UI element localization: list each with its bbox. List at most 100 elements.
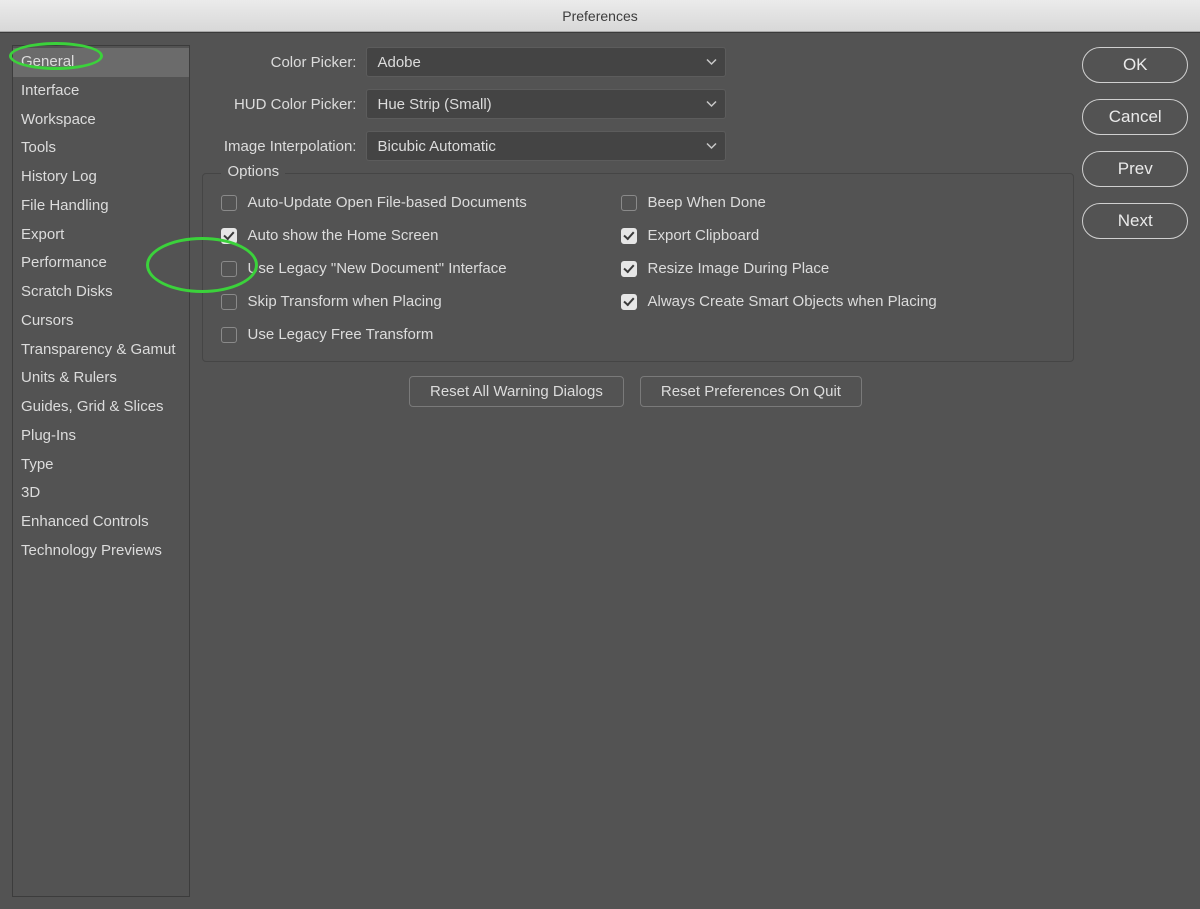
checkbox-legacy-free-transform[interactable]: Use Legacy Free Transform — [221, 326, 621, 343]
sidebar-item-transparency-gamut[interactable]: Transparency & Gamut — [13, 336, 189, 365]
sidebar-item-label: Technology Previews — [21, 542, 162, 559]
sidebar-item-file-handling[interactable]: File Handling — [13, 192, 189, 221]
chevron-down-icon — [706, 143, 717, 150]
checkbox-icon — [221, 327, 237, 343]
titlebar: Preferences — [0, 0, 1200, 32]
sidebar-item-interface[interactable]: Interface — [13, 77, 189, 106]
checkbox-icon — [221, 261, 237, 277]
button-label: Cancel — [1109, 107, 1162, 127]
checkbox-skip-transform-placing[interactable]: Skip Transform when Placing — [221, 293, 621, 310]
sidebar-item-type[interactable]: Type — [13, 451, 189, 480]
right-button-column: OK Cancel Prev Next — [1082, 33, 1200, 909]
row-hud-color-picker: HUD Color Picker: Hue Strip (Small) — [196, 89, 1074, 119]
sidebar-item-workspace[interactable]: Workspace — [13, 106, 189, 135]
sidebar-item-label: General — [21, 53, 74, 70]
sidebar-item-scratch-disks[interactable]: Scratch Disks — [13, 278, 189, 307]
button-label: OK — [1123, 55, 1148, 75]
options-legend: Options — [221, 163, 285, 180]
select-color-picker[interactable]: Adobe — [366, 47, 726, 77]
window-title: Preferences — [562, 8, 637, 24]
checkbox-resize-image-during-place[interactable]: Resize Image During Place — [621, 260, 1055, 277]
sidebar-item-label: Scratch Disks — [21, 283, 113, 300]
checkbox-label: Use Legacy Free Transform — [247, 326, 433, 343]
preferences-window: Preferences General Interface Workspace … — [0, 0, 1200, 909]
options-fieldset: Options Auto-Update Open File-based Docu… — [202, 173, 1074, 362]
row-image-interpolation: Image Interpolation: Bicubic Automatic — [196, 131, 1074, 161]
window-body: General Interface Workspace Tools Histor… — [0, 32, 1200, 909]
sidebar-item-3d[interactable]: 3D — [13, 479, 189, 508]
ok-button[interactable]: OK — [1082, 47, 1188, 83]
sidebar-item-units-rulers[interactable]: Units & Rulers — [13, 364, 189, 393]
checkbox-icon — [621, 261, 637, 277]
reset-warning-dialogs-button[interactable]: Reset All Warning Dialogs — [409, 376, 624, 407]
reset-preferences-on-quit-button[interactable]: Reset Preferences On Quit — [640, 376, 862, 407]
button-label: Reset Preferences On Quit — [661, 383, 841, 400]
sidebar-item-enhanced-controls[interactable]: Enhanced Controls — [13, 508, 189, 537]
checkbox-beep-when-done[interactable]: Beep When Done — [621, 194, 1055, 211]
checkbox-legacy-new-document[interactable]: Use Legacy "New Document" Interface — [221, 260, 621, 277]
checkbox-icon — [621, 195, 637, 211]
select-hud-color-picker[interactable]: Hue Strip (Small) — [366, 89, 726, 119]
chevron-down-icon — [706, 59, 717, 66]
checkbox-label: Always Create Smart Objects when Placing — [647, 293, 936, 310]
select-image-interpolation[interactable]: Bicubic Automatic — [366, 131, 726, 161]
checkbox-label: Resize Image During Place — [647, 260, 829, 277]
label-image-interpolation: Image Interpolation: — [196, 138, 366, 155]
options-grid: Auto-Update Open File-based Documents Be… — [221, 194, 1055, 343]
sidebar-item-label: 3D — [21, 484, 40, 501]
sidebar-item-export[interactable]: Export — [13, 221, 189, 250]
select-value: Bicubic Automatic — [377, 138, 495, 155]
checkbox-label: Auto show the Home Screen — [247, 227, 438, 244]
sidebar-item-label: Interface — [21, 82, 79, 99]
checkbox-icon — [221, 294, 237, 310]
sidebar-item-performance[interactable]: Performance — [13, 249, 189, 278]
sidebar-item-label: File Handling — [21, 197, 109, 214]
sidebar-item-label: Transparency & Gamut — [21, 341, 176, 358]
checkbox-label: Export Clipboard — [647, 227, 759, 244]
sidebar-item-label: Export — [21, 226, 64, 243]
row-color-picker: Color Picker: Adobe — [196, 47, 1074, 77]
checkbox-auto-show-home-screen[interactable]: Auto show the Home Screen — [221, 227, 621, 244]
sidebar-item-general[interactable]: General — [13, 48, 189, 77]
button-label: Next — [1118, 211, 1153, 231]
bottom-button-row: Reset All Warning Dialogs Reset Preferen… — [196, 376, 1074, 407]
checkbox-icon — [621, 294, 637, 310]
sidebar-item-guides-grid-slices[interactable]: Guides, Grid & Slices — [13, 393, 189, 422]
sidebar-item-technology-previews[interactable]: Technology Previews — [13, 537, 189, 566]
checkbox-auto-update-documents[interactable]: Auto-Update Open File-based Documents — [221, 194, 621, 211]
label-hud-color-picker: HUD Color Picker: — [196, 96, 366, 113]
preferences-sidebar: General Interface Workspace Tools Histor… — [12, 45, 190, 897]
sidebar-item-tools[interactable]: Tools — [13, 134, 189, 163]
sidebar-item-label: Guides, Grid & Slices — [21, 398, 164, 415]
sidebar-item-label: Units & Rulers — [21, 369, 117, 386]
sidebar-item-label: Type — [21, 456, 54, 473]
cancel-button[interactable]: Cancel — [1082, 99, 1188, 135]
main-panel: Color Picker: Adobe HUD Color Picker: Hu… — [190, 33, 1082, 909]
sidebar-item-label: History Log — [21, 168, 97, 185]
select-value: Adobe — [377, 54, 420, 71]
chevron-down-icon — [706, 101, 717, 108]
button-label: Prev — [1118, 159, 1153, 179]
sidebar-item-label: Cursors — [21, 312, 74, 329]
sidebar-item-label: Workspace — [21, 111, 96, 128]
checkbox-label: Skip Transform when Placing — [247, 293, 441, 310]
checkbox-label: Beep When Done — [647, 194, 765, 211]
prev-button[interactable]: Prev — [1082, 151, 1188, 187]
label-color-picker: Color Picker: — [196, 54, 366, 71]
select-value: Hue Strip (Small) — [377, 96, 491, 113]
next-button[interactable]: Next — [1082, 203, 1188, 239]
checkbox-label: Use Legacy "New Document" Interface — [247, 260, 506, 277]
button-label: Reset All Warning Dialogs — [430, 383, 603, 400]
sidebar-item-label: Enhanced Controls — [21, 513, 149, 530]
checkbox-icon — [621, 228, 637, 244]
sidebar-item-plugins[interactable]: Plug-Ins — [13, 422, 189, 451]
sidebar-item-history-log[interactable]: History Log — [13, 163, 189, 192]
sidebar-item-label: Plug-Ins — [21, 427, 76, 444]
checkbox-icon — [221, 195, 237, 211]
sidebar-item-label: Performance — [21, 254, 107, 271]
sidebar-item-label: Tools — [21, 139, 56, 156]
checkbox-always-create-smart-objects[interactable]: Always Create Smart Objects when Placing — [621, 293, 1055, 310]
checkbox-export-clipboard[interactable]: Export Clipboard — [621, 227, 1055, 244]
sidebar-item-cursors[interactable]: Cursors — [13, 307, 189, 336]
checkbox-label: Auto-Update Open File-based Documents — [247, 194, 526, 211]
